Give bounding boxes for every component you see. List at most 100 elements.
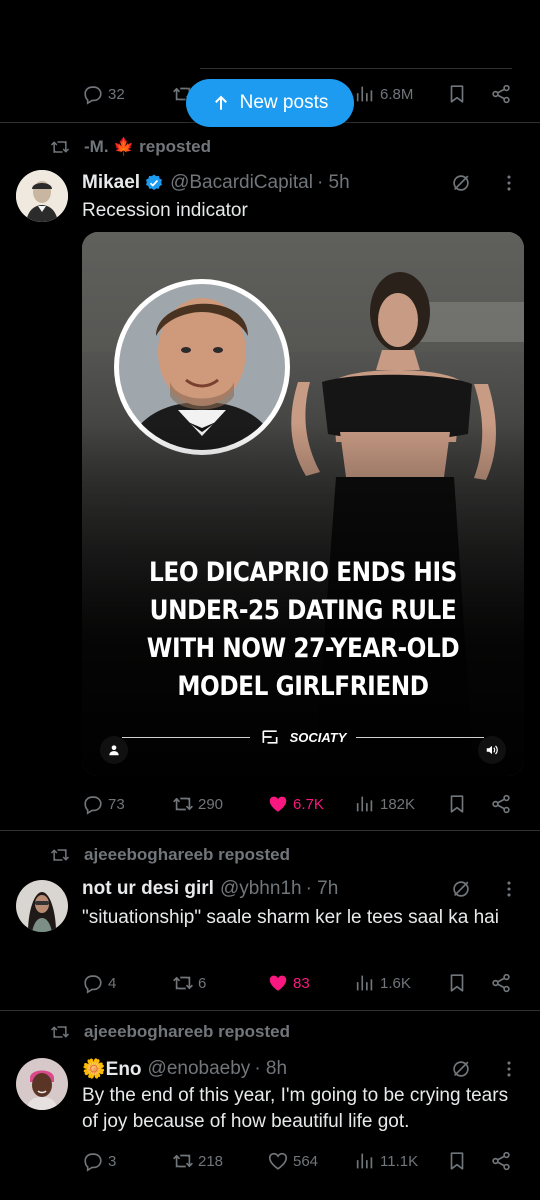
views-count: 6.8M — [380, 85, 414, 103]
like-count: 6.7K — [293, 795, 324, 813]
avatar-portrait — [16, 170, 68, 222]
reply-icon — [82, 972, 104, 994]
bookmark-icon — [446, 83, 468, 105]
person-icon — [109, 745, 119, 756]
like-button[interactable]: 6.7K — [267, 793, 324, 815]
like-count: 83 — [293, 974, 310, 992]
reply-button[interactable]: 73 — [82, 793, 125, 815]
post-action-bar: 4 6 83 1.6K — [82, 968, 526, 998]
share-icon — [490, 1150, 512, 1172]
reply-count: 73 — [108, 795, 125, 813]
repost-button[interactable]: 6 — [172, 972, 206, 994]
reply-count: 32 — [108, 85, 125, 103]
reposted-by: -M. 🍁 reposted — [84, 137, 211, 156]
grok-icon[interactable] — [450, 878, 472, 900]
views-button[interactable]: 1.6K — [354, 972, 411, 994]
bookmark-button[interactable] — [446, 83, 468, 105]
views-button[interactable]: 11.1K — [354, 1150, 418, 1172]
headline-line: MODEL GIRLFRIEND — [177, 671, 429, 702]
views-button[interactable]: 6.8M — [354, 83, 413, 105]
bookmark-button[interactable] — [446, 972, 468, 994]
volume-button[interactable] — [478, 736, 506, 764]
reply-icon — [82, 793, 104, 815]
bookmark-button[interactable] — [446, 1150, 468, 1172]
reposted-by: ajeeeboghareeb reposted — [84, 845, 290, 864]
tweet-header: Mikael @BacardiCapital · 5h — [82, 170, 520, 196]
verified-badge-icon — [144, 173, 164, 193]
brand-rule — [122, 736, 250, 738]
divider — [0, 830, 540, 831]
heart-filled-icon — [267, 972, 289, 994]
tag-people-button[interactable] — [100, 736, 128, 764]
avatar-portrait — [16, 880, 68, 932]
views-icon — [354, 793, 376, 815]
display-name[interactable]: not ur desi girl — [82, 878, 214, 900]
reposted-by: ajeeeboghareeb reposted — [84, 1022, 290, 1041]
share-button[interactable] — [490, 83, 512, 105]
reply-icon — [82, 1150, 104, 1172]
display-name[interactable]: Mikael — [82, 172, 140, 194]
like-count: 564 — [293, 1152, 319, 1170]
bookmark-button[interactable] — [446, 793, 468, 815]
repost-indicator[interactable]: ajeeeboghareeb reposted — [50, 845, 290, 865]
views-count: 11.1K — [380, 1152, 419, 1170]
more-icon[interactable] — [498, 878, 520, 900]
repost-indicator[interactable]: -M. 🍁 reposted — [50, 137, 211, 157]
more-icon[interactable] — [498, 172, 520, 194]
timestamp[interactable]: · 5h — [317, 172, 350, 194]
share-button[interactable] — [490, 1150, 512, 1172]
timestamp[interactable]: · 7h — [306, 878, 339, 900]
tweet-text: "situationship" saale sharm ker le tees … — [82, 907, 499, 928]
post-action-bar: 3 218 564 11.1K — [82, 1146, 526, 1176]
brand-name: SOCIATY — [289, 729, 347, 745]
repost-icon — [50, 1022, 70, 1042]
reply-button[interactable]: 3 — [82, 1150, 116, 1172]
handle[interactable]: @BacardiCapital — [170, 172, 313, 194]
post-action-bar: 73 290 6.7K 182K — [82, 789, 526, 819]
views-button[interactable]: 182K — [354, 793, 415, 815]
share-icon — [490, 83, 512, 105]
share-icon — [490, 793, 512, 815]
divider — [0, 1010, 540, 1011]
handle[interactable]: @enobaeby — [148, 1058, 251, 1080]
tweet-media[interactable]: LEO DICAPRIO ENDS HIS UNDER-25 DATING RU… — [82, 232, 524, 776]
repost-icon — [172, 793, 194, 815]
arrow-up-icon — [214, 95, 227, 110]
headline-line: LEO DICAPRIO ENDS HIS — [149, 557, 457, 588]
avatar[interactable] — [16, 880, 68, 932]
reply-button[interactable]: 32 — [82, 83, 125, 105]
new-posts-button[interactable]: New posts — [186, 79, 354, 127]
share-button[interactable] — [490, 972, 512, 994]
display-name[interactable]: 🌼Eno — [82, 1057, 142, 1081]
grok-icon[interactable] — [450, 1058, 472, 1080]
like-button[interactable]: 83 — [267, 972, 310, 994]
views-icon — [354, 1150, 376, 1172]
avatar[interactable] — [16, 170, 68, 222]
share-button[interactable] — [490, 793, 512, 815]
repost-button[interactable]: 290 — [172, 793, 223, 815]
repost-icon — [172, 972, 194, 994]
repost-button[interactable]: 218 — [172, 1150, 223, 1172]
tweet-text: Recession indicator — [82, 200, 248, 221]
tweet-text: By the end of this year, I'm going to be… — [82, 1085, 509, 1132]
brand-logo-icon — [262, 730, 278, 744]
more-icon[interactable] — [498, 1058, 520, 1080]
headline-line: UNDER-25 DATING RULE — [149, 595, 457, 626]
media-headline: LEO DICAPRIO ENDS HIS UNDER-25 DATING RU… — [113, 554, 493, 706]
header-actions — [450, 1058, 520, 1080]
repost-count: 218 — [198, 1152, 224, 1170]
bookmark-icon — [446, 972, 468, 994]
reply-button[interactable]: 4 — [82, 972, 116, 994]
views-icon — [354, 83, 376, 105]
top-divider — [200, 68, 512, 69]
handle[interactable]: @ybhn1h — [220, 878, 302, 900]
bookmark-icon — [446, 1150, 468, 1172]
repost-indicator[interactable]: ajeeeboghareeb reposted — [50, 1022, 290, 1042]
like-button[interactable]: 564 — [267, 1150, 318, 1172]
avatar[interactable] — [16, 1058, 68, 1110]
timestamp[interactable]: · 8h — [254, 1058, 287, 1080]
reply-count: 3 — [108, 1152, 117, 1170]
tweet-header: 🌼Eno @enobaeby · 8h — [82, 1056, 520, 1082]
grok-icon[interactable] — [450, 172, 472, 194]
header-actions — [450, 172, 520, 194]
